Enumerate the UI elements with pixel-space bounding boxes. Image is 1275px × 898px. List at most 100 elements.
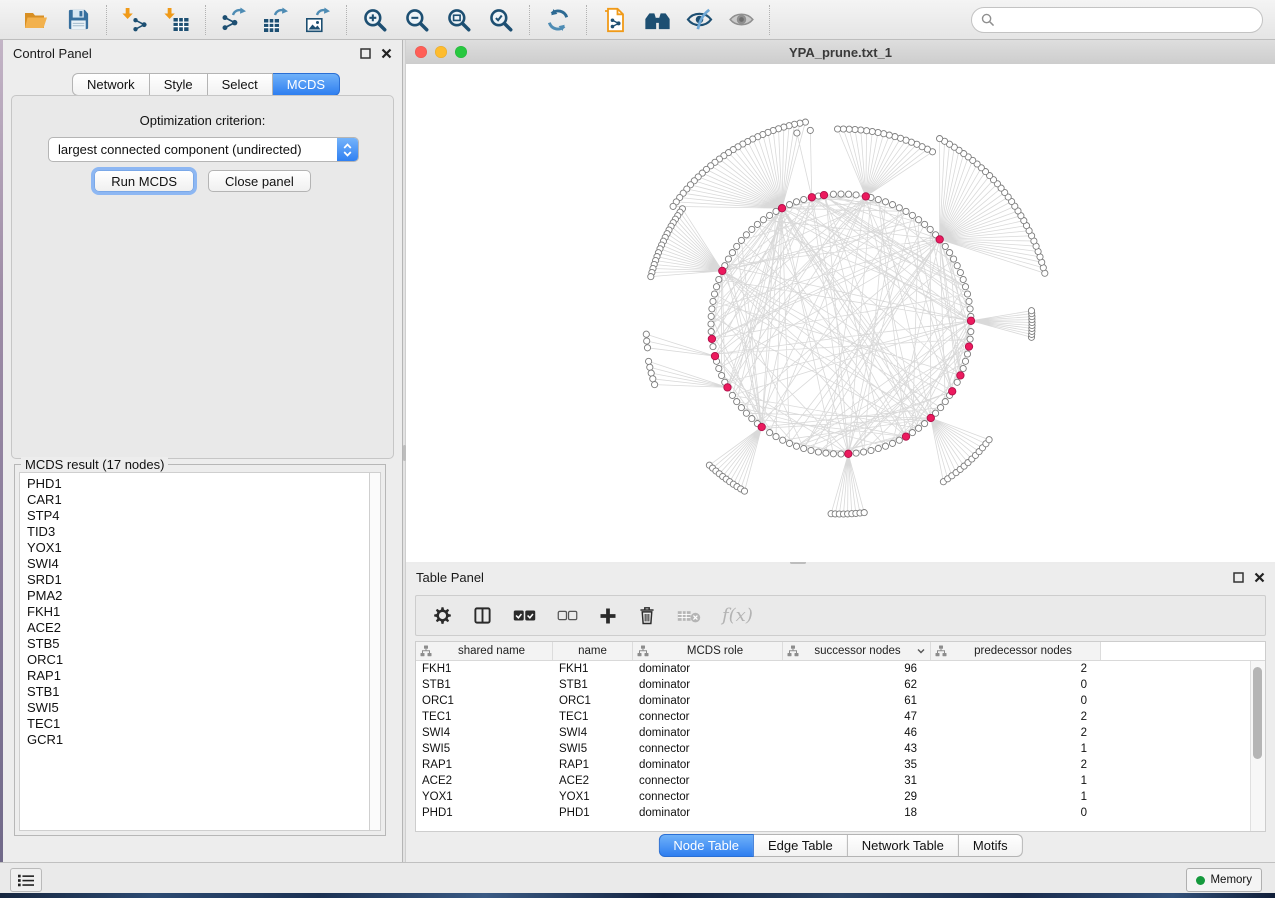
graph-leaf-node[interactable] xyxy=(644,338,650,344)
graph-node[interactable] xyxy=(954,263,960,269)
tab-select[interactable]: Select xyxy=(208,73,273,96)
table-row[interactable]: YOX1YOX1connector291 xyxy=(416,789,1265,805)
graph-node[interactable] xyxy=(760,217,766,223)
show-column-panel-button[interactable] xyxy=(473,606,492,625)
graph-leaf-node[interactable] xyxy=(986,437,992,443)
graph-node[interactable] xyxy=(716,365,722,371)
graph-node[interactable] xyxy=(922,421,928,427)
graph-leaf-node[interactable] xyxy=(1028,308,1034,314)
graph-node[interactable] xyxy=(708,313,714,319)
graph-node[interactable] xyxy=(889,440,895,446)
mcds-result-item[interactable]: CAR1 xyxy=(27,492,370,508)
graph-node[interactable] xyxy=(927,226,933,232)
graph-node[interactable] xyxy=(909,430,915,436)
graph-node[interactable] xyxy=(734,399,740,405)
graph-mcds-node[interactable] xyxy=(949,388,956,395)
table-row[interactable]: SWI5SWI5connector431 xyxy=(416,741,1265,757)
create-new-column-button[interactable] xyxy=(599,607,617,625)
graph-node[interactable] xyxy=(710,298,716,304)
graph-node[interactable] xyxy=(734,243,740,249)
graph-mcds-node[interactable] xyxy=(965,343,972,350)
graph-node[interactable] xyxy=(780,437,786,443)
graph-leaf-node[interactable] xyxy=(881,131,887,137)
graph-node[interactable] xyxy=(896,437,902,443)
graph-node[interactable] xyxy=(725,256,731,262)
graph-leaf-node[interactable] xyxy=(840,126,846,132)
mcds-result-item[interactable]: SRD1 xyxy=(27,572,370,588)
column-header-successor-nodes[interactable]: successor nodes xyxy=(783,642,931,660)
export-image-button[interactable] xyxy=(304,6,332,34)
graph-node[interactable] xyxy=(875,445,881,451)
table-settings-button[interactable] xyxy=(433,606,452,625)
graph-node[interactable] xyxy=(801,196,807,202)
unselect-all-columns-button[interactable] xyxy=(557,609,578,622)
graph-leaf-node[interactable] xyxy=(807,127,813,133)
graph-node[interactable] xyxy=(960,276,966,282)
graph-leaf-node[interactable] xyxy=(646,358,652,364)
graph-node[interactable] xyxy=(853,450,859,456)
graph-node[interactable] xyxy=(830,451,836,457)
zoom-out-button[interactable] xyxy=(403,6,431,34)
graph-node[interactable] xyxy=(754,221,760,227)
graph-node[interactable] xyxy=(709,306,715,312)
graph-node[interactable] xyxy=(916,217,922,223)
graph-node[interactable] xyxy=(773,434,779,440)
graph-node[interactable] xyxy=(853,192,859,198)
tab-style[interactable]: Style xyxy=(150,73,208,96)
float-panel-icon[interactable] xyxy=(1233,572,1244,583)
graph-mcds-node[interactable] xyxy=(967,317,974,324)
graph-node[interactable] xyxy=(716,276,722,282)
table-row[interactable]: RAP1RAP1dominator352 xyxy=(416,757,1265,773)
run-mcds-button[interactable]: Run MCDS xyxy=(94,170,194,192)
graph-node[interactable] xyxy=(875,196,881,202)
import-table-button[interactable] xyxy=(163,6,191,34)
graph-node[interactable] xyxy=(846,191,852,197)
close-panel-icon[interactable] xyxy=(1254,572,1265,583)
graph-node[interactable] xyxy=(889,202,895,208)
graph-node[interactable] xyxy=(719,372,725,378)
minimize-window-icon[interactable] xyxy=(435,46,447,58)
column-header-shared-name[interactable]: shared name xyxy=(416,642,553,660)
graph-leaf-node[interactable] xyxy=(794,130,800,136)
graph-mcds-node[interactable] xyxy=(808,194,815,201)
graph-mcds-node[interactable] xyxy=(936,236,943,243)
delete-column-button[interactable] xyxy=(638,606,656,625)
mcds-result-item[interactable]: STB1 xyxy=(27,684,370,700)
graph-leaf-node[interactable] xyxy=(741,488,747,494)
graph-node[interactable] xyxy=(882,443,888,449)
graph-mcds-node[interactable] xyxy=(708,335,715,342)
graph-node[interactable] xyxy=(801,445,807,451)
column-header-name[interactable]: name xyxy=(553,642,633,660)
network-view-titlebar[interactable]: YPA_prune.txt_1 xyxy=(406,40,1275,65)
export-table-button[interactable] xyxy=(262,6,290,34)
close-panel-button[interactable]: Close panel xyxy=(208,170,311,192)
mcds-result-item[interactable]: TID3 xyxy=(27,524,370,540)
graph-leaf-node[interactable] xyxy=(835,126,841,132)
mcds-result-item[interactable]: ACE2 xyxy=(27,620,370,636)
graph-node[interactable] xyxy=(882,199,888,205)
optimization-criterion-dropdown[interactable]: largest connected component (undirected) xyxy=(48,137,359,162)
graph-mcds-node[interactable] xyxy=(719,267,726,274)
graph-node[interactable] xyxy=(838,191,844,197)
memory-button[interactable]: Memory xyxy=(1186,868,1262,892)
open-session-button[interactable] xyxy=(22,6,50,34)
mcds-result-item[interactable]: RAP1 xyxy=(27,668,370,684)
graph-node[interactable] xyxy=(838,451,844,457)
graph-mcds-node[interactable] xyxy=(758,423,765,430)
graph-leaf-node[interactable] xyxy=(852,126,858,132)
mcds-result-scrollbar[interactable] xyxy=(369,472,381,831)
graph-node[interactable] xyxy=(957,269,963,275)
graph-node[interactable] xyxy=(767,212,773,218)
tab-node-table[interactable]: Node Table xyxy=(658,834,754,857)
close-window-icon[interactable] xyxy=(415,46,427,58)
graph-node[interactable] xyxy=(729,392,735,398)
graph-node[interactable] xyxy=(743,232,749,238)
graph-node[interactable] xyxy=(713,284,719,290)
mcds-result-item[interactable]: YOX1 xyxy=(27,540,370,556)
graph-leaf-node[interactable] xyxy=(644,345,650,351)
mcds-result-item[interactable]: SWI5 xyxy=(27,700,370,716)
graph-node[interactable] xyxy=(830,191,836,197)
graph-mcds-node[interactable] xyxy=(711,352,718,359)
graph-node[interactable] xyxy=(823,450,829,456)
graph-node[interactable] xyxy=(708,321,714,327)
